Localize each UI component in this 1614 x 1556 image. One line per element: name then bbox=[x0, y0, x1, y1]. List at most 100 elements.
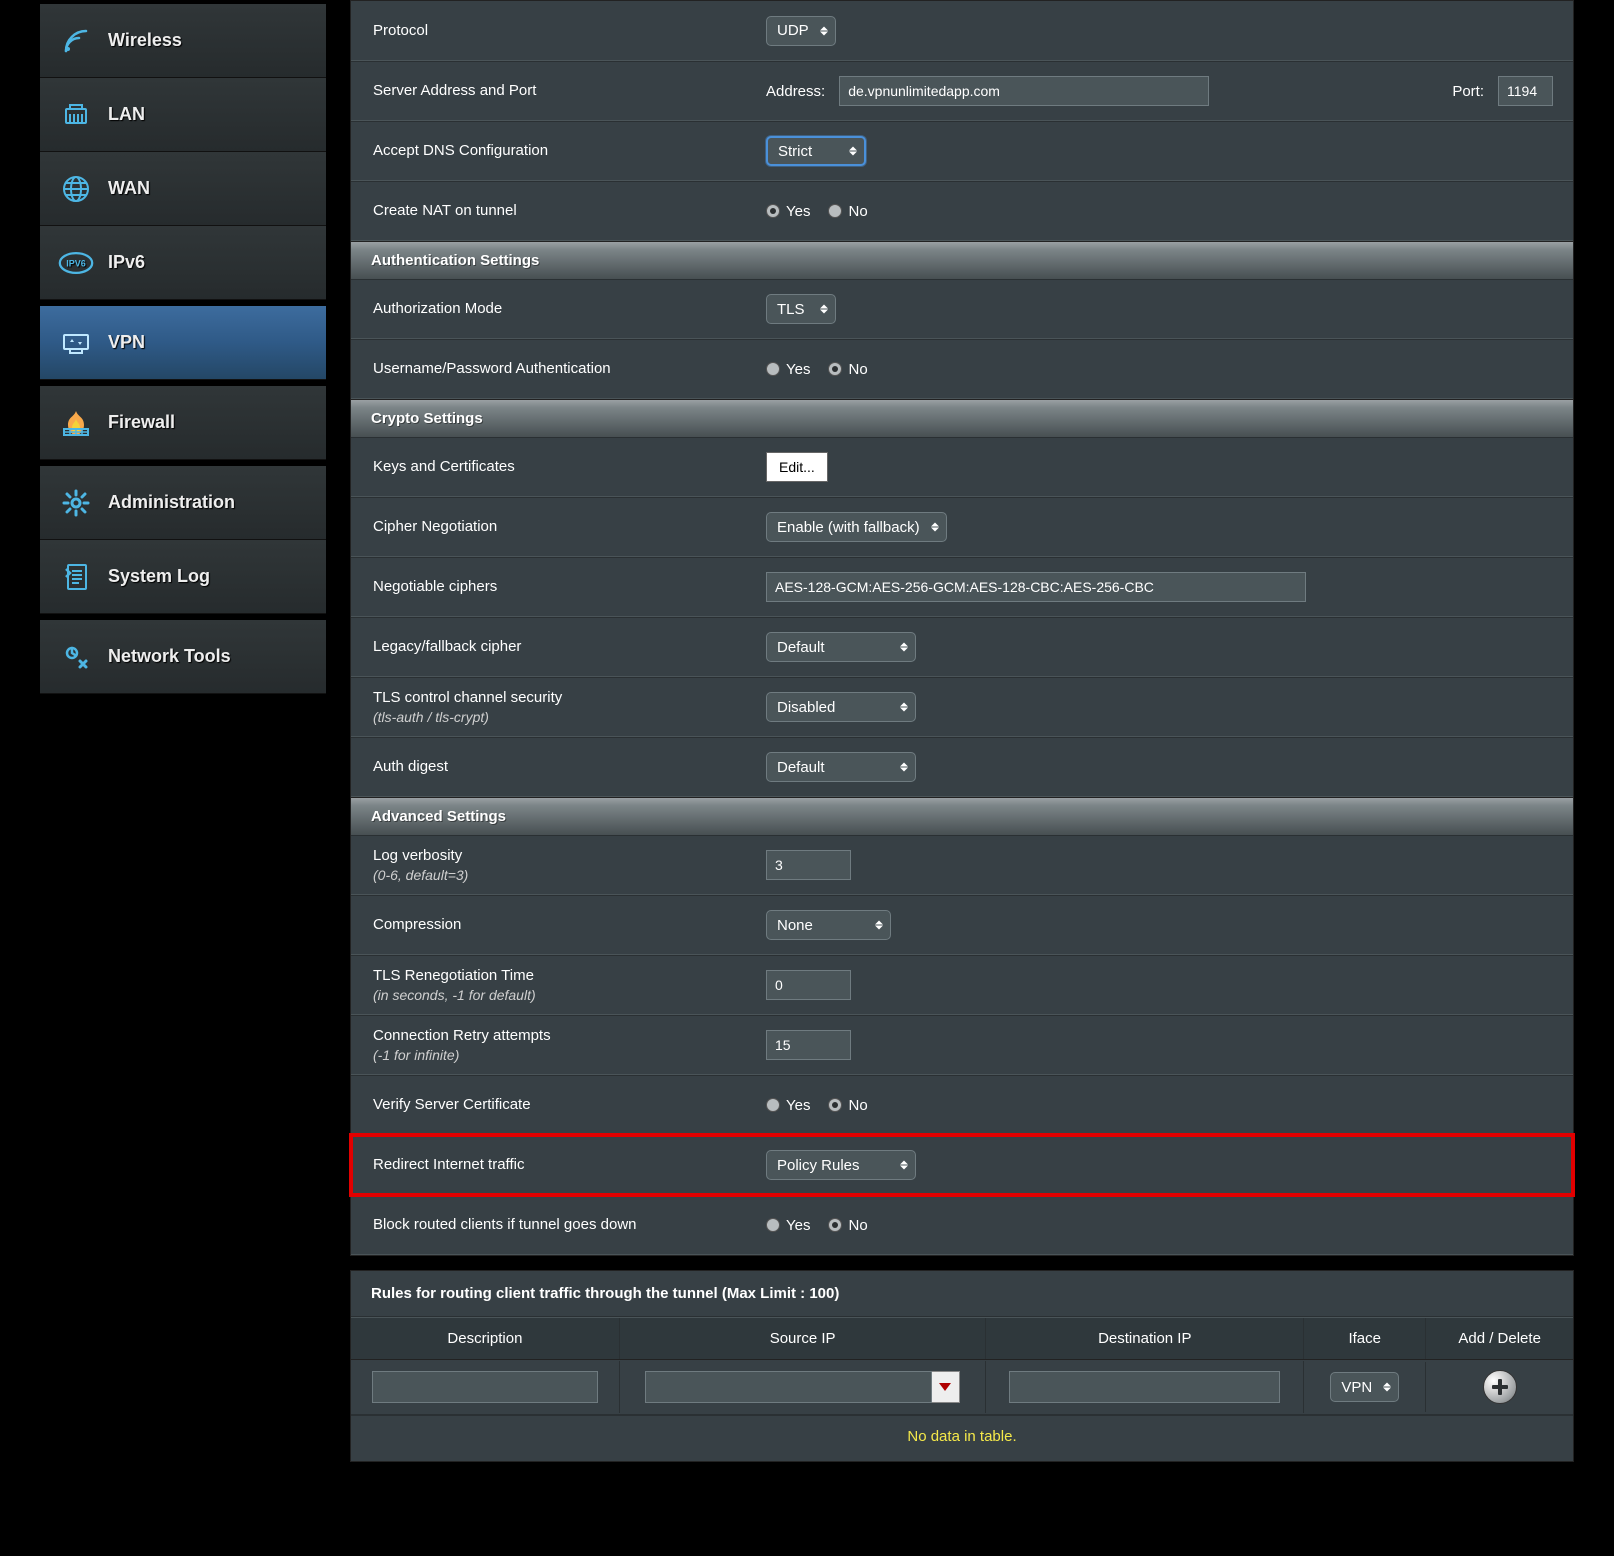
sidebar-item-wireless[interactable]: Wireless bbox=[40, 4, 326, 78]
auth-digest-dropdown[interactable]: Default bbox=[766, 752, 916, 782]
block-routed-yes[interactable]: Yes bbox=[766, 1217, 810, 1234]
conn-retry-input[interactable] bbox=[766, 1030, 851, 1060]
label-tls-ctrl: TLS control channel security (tls-auth /… bbox=[351, 688, 766, 726]
userpass-auth-no[interactable]: No bbox=[828, 361, 867, 378]
tls-ctrl-dropdown[interactable]: Disabled bbox=[766, 692, 916, 722]
source-ip-picker-button[interactable] bbox=[932, 1371, 960, 1403]
legacy-cipher-dropdown[interactable]: Default bbox=[766, 632, 916, 662]
dropdown-caret-icon bbox=[820, 26, 828, 35]
label-neg-ciphers: Negotiable ciphers bbox=[351, 577, 766, 597]
sidebar-item-firewall[interactable]: Firewall bbox=[40, 386, 326, 460]
sidebar-item-label: LAN bbox=[108, 104, 145, 125]
dropdown-caret-icon bbox=[1383, 1383, 1391, 1392]
rules-header-row: Description Source IP Destination IP Ifa… bbox=[351, 1317, 1573, 1360]
row-protocol: Protocol UDP bbox=[351, 1, 1573, 61]
label-userpass-auth: Username/Password Authentication bbox=[351, 359, 766, 379]
label-cipher-neg: Cipher Negotiation bbox=[351, 517, 766, 537]
rule-source-ip-input[interactable] bbox=[645, 1371, 932, 1403]
dropdown-caret-icon bbox=[931, 523, 939, 532]
label-legacy-cipher: Legacy/fallback cipher bbox=[351, 637, 766, 657]
col-header-iface: Iface bbox=[1304, 1318, 1426, 1359]
col-header-add-delete: Add / Delete bbox=[1426, 1318, 1573, 1359]
sidebar-item-label: Administration bbox=[108, 492, 235, 513]
row-redirect-traffic: Redirect Internet traffic Policy Rules bbox=[351, 1135, 1573, 1195]
block-routed-radio-group: Yes No bbox=[766, 1217, 868, 1234]
row-create-nat: Create NAT on tunnel Yes No bbox=[351, 181, 1573, 241]
protocol-dropdown[interactable]: UDP bbox=[766, 16, 836, 46]
row-verify-cert: Verify Server Certificate Yes No bbox=[351, 1075, 1573, 1135]
create-nat-yes[interactable]: Yes bbox=[766, 203, 810, 220]
add-rule-button[interactable] bbox=[1483, 1370, 1517, 1404]
label-compression: Compression bbox=[351, 915, 766, 935]
server-address-input[interactable] bbox=[839, 76, 1209, 106]
verify-cert-yes[interactable]: Yes bbox=[766, 1097, 810, 1114]
userpass-auth-yes[interactable]: Yes bbox=[766, 361, 810, 378]
row-userpass-auth: Username/Password Authentication Yes No bbox=[351, 339, 1573, 399]
label-redirect-traffic: Redirect Internet traffic bbox=[351, 1155, 766, 1175]
dropdown-caret-icon bbox=[900, 643, 908, 652]
verify-cert-no[interactable]: No bbox=[828, 1097, 867, 1114]
create-nat-no[interactable]: No bbox=[828, 203, 867, 220]
neg-ciphers-input[interactable] bbox=[766, 572, 1306, 602]
auth-mode-dropdown[interactable]: TLS bbox=[766, 294, 836, 324]
row-cipher-neg: Cipher Negotiation Enable (with fallback… bbox=[351, 497, 1573, 557]
sidebar-item-label: Firewall bbox=[108, 412, 175, 433]
sidebar-item-network-tools[interactable]: Network Tools bbox=[40, 620, 326, 694]
ipv6-icon: IPV6 bbox=[58, 245, 94, 281]
label-create-nat: Create NAT on tunnel bbox=[351, 201, 766, 221]
label-accept-dns: Accept DNS Configuration bbox=[351, 141, 766, 161]
network-tools-icon bbox=[58, 639, 94, 675]
tls-reneg-input[interactable] bbox=[766, 970, 851, 1000]
sidebar-item-ipv6[interactable]: IPV6 IPv6 bbox=[40, 226, 326, 300]
edit-keys-button[interactable]: Edit... bbox=[766, 452, 828, 482]
label-keys-certs: Keys and Certificates bbox=[351, 457, 766, 477]
row-accept-dns: Accept DNS Configuration Strict bbox=[351, 121, 1573, 181]
label-block-routed: Block routed clients if tunnel goes down bbox=[351, 1215, 766, 1235]
wireless-icon bbox=[58, 23, 94, 59]
label-auth-digest: Auth digest bbox=[351, 757, 766, 777]
row-legacy-cipher: Legacy/fallback cipher Default bbox=[351, 617, 1573, 677]
lan-icon bbox=[58, 97, 94, 133]
sidebar-item-administration[interactable]: Administration bbox=[40, 466, 326, 540]
col-header-source-ip: Source IP bbox=[620, 1318, 987, 1359]
row-keys-certs: Keys and Certificates Edit... bbox=[351, 437, 1573, 497]
rule-description-input[interactable] bbox=[372, 1371, 599, 1403]
create-nat-radio-group: Yes No bbox=[766, 203, 868, 220]
rule-destination-ip-input[interactable] bbox=[1009, 1371, 1280, 1403]
chevron-down-icon bbox=[939, 1383, 951, 1391]
settings-panel: Protocol UDP Server Address and Port Add… bbox=[350, 0, 1574, 1256]
col-header-destination-ip: Destination IP bbox=[986, 1318, 1304, 1359]
log-verbosity-input[interactable] bbox=[766, 850, 851, 880]
sidebar-item-lan[interactable]: LAN bbox=[40, 78, 326, 152]
sidebar: Wireless LAN WAN IPV6 IPv6 VPN bbox=[40, 0, 326, 1462]
sidebar-item-label: WAN bbox=[108, 178, 150, 199]
sidebar-item-label: System Log bbox=[108, 566, 210, 587]
accept-dns-dropdown[interactable]: Strict bbox=[766, 136, 866, 166]
cipher-neg-dropdown[interactable]: Enable (with fallback) bbox=[766, 512, 947, 542]
server-port-input[interactable] bbox=[1498, 76, 1553, 106]
label-port: Port: bbox=[1452, 83, 1484, 100]
row-log-verbosity: Log verbosity (0-6, default=3) bbox=[351, 835, 1573, 895]
section-advanced: Advanced Settings bbox=[351, 797, 1573, 835]
sidebar-item-vpn[interactable]: VPN bbox=[40, 306, 326, 380]
svg-text:IPV6: IPV6 bbox=[66, 258, 86, 268]
sidebar-item-system-log[interactable]: System Log bbox=[40, 540, 326, 614]
dropdown-caret-icon bbox=[875, 921, 883, 930]
rule-iface-dropdown[interactable]: VPN bbox=[1330, 1372, 1399, 1402]
block-routed-no[interactable]: No bbox=[828, 1217, 867, 1234]
sidebar-item-label: Network Tools bbox=[108, 646, 231, 667]
row-tls-ctrl: TLS control channel security (tls-auth /… bbox=[351, 677, 1573, 737]
rules-input-row: VPN bbox=[351, 1360, 1573, 1415]
dropdown-caret-icon bbox=[820, 305, 828, 314]
rules-panel: Rules for routing client traffic through… bbox=[350, 1270, 1574, 1462]
firewall-icon bbox=[58, 405, 94, 441]
sidebar-item-wan[interactable]: WAN bbox=[40, 152, 326, 226]
compression-dropdown[interactable]: None bbox=[766, 910, 891, 940]
dropdown-caret-icon bbox=[900, 703, 908, 712]
label-verify-cert: Verify Server Certificate bbox=[351, 1095, 766, 1115]
row-auth-mode: Authorization Mode TLS bbox=[351, 279, 1573, 339]
sidebar-item-label: Wireless bbox=[108, 30, 182, 51]
redirect-traffic-dropdown[interactable]: Policy Rules bbox=[766, 1150, 916, 1180]
label-address: Address: bbox=[766, 83, 825, 100]
row-compression: Compression None bbox=[351, 895, 1573, 955]
